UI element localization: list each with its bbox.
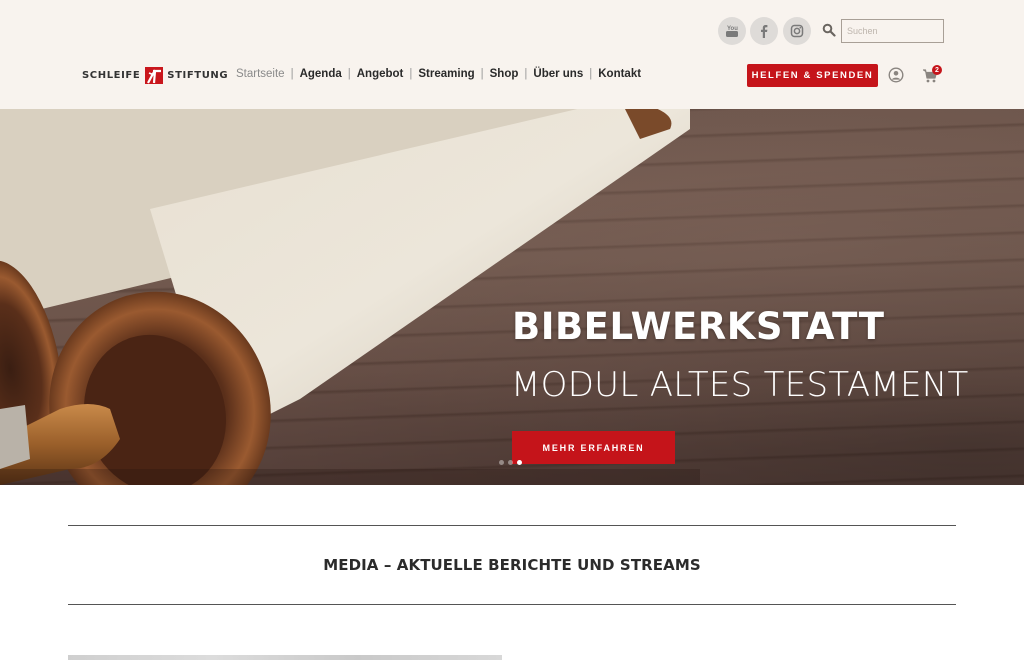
nav-separator: | bbox=[524, 68, 528, 80]
section-divider-top bbox=[68, 525, 956, 526]
search-icon[interactable] bbox=[822, 23, 836, 37]
nav-item-shop[interactable]: Shop bbox=[490, 68, 519, 80]
youtube-link[interactable]: You bbox=[718, 17, 746, 45]
user-account-icon[interactable] bbox=[888, 67, 904, 83]
donate-button[interactable]: HELFEN & SPENDEN bbox=[747, 64, 878, 87]
hero-subtitle: MODUL ALTES TESTAMENT bbox=[511, 365, 969, 405]
cart-count-badge: 2 bbox=[932, 65, 942, 75]
nav-separator: | bbox=[290, 68, 294, 80]
instagram-link[interactable] bbox=[783, 17, 811, 45]
logo-mark-icon bbox=[145, 66, 164, 84]
nav-item-agenda[interactable]: Agenda bbox=[300, 68, 342, 80]
youtube-icon: You bbox=[726, 26, 738, 37]
search-input[interactable] bbox=[841, 19, 944, 43]
media-thumbnail[interactable] bbox=[68, 655, 502, 660]
nav-separator: | bbox=[347, 68, 351, 80]
facebook-icon bbox=[761, 25, 768, 38]
nav-item-ueber-uns[interactable]: Über uns bbox=[533, 68, 583, 80]
slider-dot-1[interactable] bbox=[499, 460, 504, 465]
nav-item-angebot[interactable]: Angebot bbox=[357, 68, 404, 80]
nav-separator: | bbox=[409, 68, 413, 80]
nav-item-startseite[interactable]: Startseite bbox=[236, 68, 285, 80]
main-nav: Startseite | Agenda | Angebot | Streamin… bbox=[236, 68, 641, 80]
instagram-icon bbox=[790, 24, 804, 38]
slider-dot-2[interactable] bbox=[508, 460, 513, 465]
logo-text-right: STIFTUNG bbox=[167, 69, 229, 81]
nav-separator: | bbox=[480, 68, 484, 80]
nav-item-kontakt[interactable]: Kontakt bbox=[598, 68, 641, 80]
hero-slider: BIBELWERKSTATT MODUL ALTES TESTAMENT MEH… bbox=[0, 109, 1024, 485]
nav-separator: | bbox=[589, 68, 593, 80]
slider-pagination bbox=[499, 460, 522, 465]
logo-text-left: SCHLEIFE bbox=[82, 69, 141, 81]
facebook-link[interactable] bbox=[750, 17, 778, 45]
section-title: MEDIA – AKTUELLE BERICHTE UND STREAMS bbox=[323, 556, 701, 574]
nav-item-streaming[interactable]: Streaming bbox=[418, 68, 474, 80]
site-header: You SCHLEIFE STIFTUNG Startseite | bbox=[0, 0, 1024, 109]
hero-title: BIBELWERKSTATT bbox=[512, 305, 885, 348]
logo[interactable]: SCHLEIFE STIFTUNG bbox=[82, 66, 228, 84]
slider-dot-3-active[interactable] bbox=[517, 460, 522, 465]
torah-scroll-image bbox=[0, 109, 700, 485]
learn-more-button[interactable]: MEHR ERFAHREN bbox=[512, 431, 675, 464]
section-divider-bottom bbox=[68, 604, 956, 605]
